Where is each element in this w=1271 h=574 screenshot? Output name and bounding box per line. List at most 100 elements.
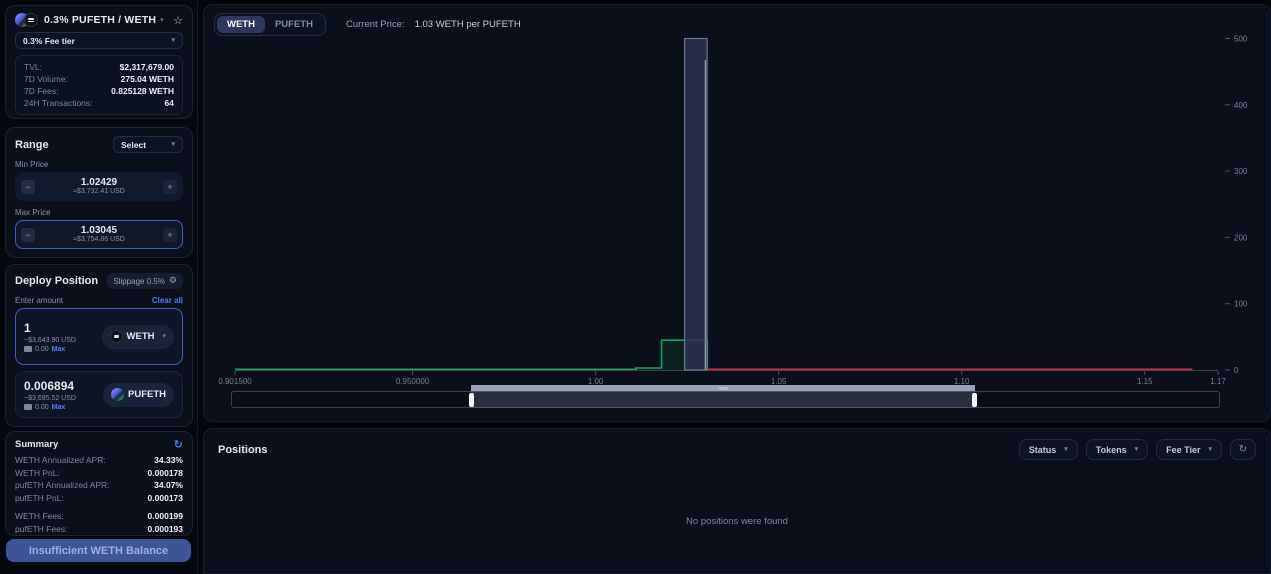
tab-weth[interactable]: WETH (217, 16, 265, 33)
positions-empty-message: No positions were found (204, 516, 1270, 527)
brush-center-grip[interactable] (719, 387, 728, 390)
range-heading: Range (15, 139, 49, 151)
min-price-decrement-button[interactable]: − (21, 180, 35, 194)
chevron-down-icon: ▾ (160, 17, 164, 24)
summary-value: 0.000178 (148, 467, 183, 480)
amount-input-weth[interactable]: 1 ~$3,643.90 USD 0.00 Max WETH ▾ (15, 308, 183, 365)
positions-filters: Status ▾ Tokens ▾ Fee Tier ▾ ↻ (1019, 439, 1256, 460)
brush-handle-left[interactable] (469, 393, 474, 407)
summary-label: WETH PnL: (15, 467, 60, 480)
summary-value: 0.000173 (148, 492, 183, 505)
max-price-increment-button[interactable]: + (163, 228, 177, 242)
stat-row-fees: 7D Fees: 0.825128 WETH (24, 85, 174, 97)
brush-handle-right[interactable] (972, 393, 977, 407)
filter-label: Status (1029, 445, 1057, 455)
summary-row: WETH Annualized APR: 34.33% (15, 454, 183, 467)
liquidity-distribution-chart: 0.9015000.9500001.001.051.101.151.170100… (204, 5, 1271, 385)
x-tick-label: 1.17 (1210, 377, 1226, 385)
chevron-down-icon: ▾ (1208, 446, 1212, 453)
token-name: WETH (127, 331, 155, 342)
refresh-positions-button[interactable]: ↻ (1230, 439, 1256, 460)
chevron-down-icon: ▾ (171, 37, 175, 44)
clear-all-link[interactable]: Clear all (152, 296, 183, 305)
y-tick-label: 500 (1234, 35, 1248, 44)
max-price-decrement-button[interactable]: − (21, 228, 35, 242)
fee-tier-select[interactable]: 0.3% Fee tier ▾ (15, 32, 183, 49)
quote-token-toggle[interactable]: WETH PUFETH (214, 13, 326, 36)
stat-label: TVL: (24, 61, 42, 73)
range-preset-select[interactable]: Select ▾ (113, 136, 183, 153)
token-name: PUFETH (128, 389, 166, 400)
summary-label: pufETH PnL: (15, 492, 64, 505)
current-price-label: Current Price: (346, 19, 405, 30)
pool-pair-row[interactable]: 0.3% PUFETH / WETH ▾ ☆ (15, 13, 183, 27)
weth-token-icon (110, 330, 123, 343)
stat-row-transactions: 24H Transactions: 64 (24, 97, 174, 109)
amount-usd: ~$3,643.90 USD (24, 337, 102, 344)
range-card: Range Select ▾ Min Price − 1.02429 ≈$3,7… (5, 127, 193, 258)
stat-row-tvl: TVL: $2,317,679.00 (24, 61, 174, 73)
min-price-input[interactable]: − 1.02429 ≈$3,732.41 USD + (15, 172, 183, 201)
stat-value: 275.04 WETH (121, 73, 174, 85)
x-tick-label: 1.15 (1137, 377, 1153, 385)
chart-header: WETH PUFETH Current Price: 1.03 WETH per… (214, 13, 521, 36)
tab-pufeth[interactable]: PUFETH (265, 16, 323, 33)
summary-label: WETH Annualized APR: (15, 454, 106, 467)
stat-label: 7D Fees: (24, 85, 59, 97)
positions-header: Positions Status ▾ Tokens ▾ Fee Tier ▾ ↻ (204, 429, 1270, 460)
y-tick-label: 400 (1234, 101, 1248, 110)
max-price-value[interactable]: 1.03045 (35, 225, 163, 237)
liquidity-below-current-price-area (235, 340, 707, 370)
wallet-icon (24, 346, 32, 352)
star-icon[interactable]: ☆ (173, 14, 183, 27)
insufficient-balance-button[interactable]: Insufficient WETH Balance (6, 539, 191, 562)
max-price-input[interactable]: − 1.03045 ≈$3,754.86 USD + (15, 220, 183, 249)
tokens-filter-dropdown[interactable]: Tokens ▾ (1086, 439, 1148, 460)
amount-value[interactable]: 1 (24, 321, 102, 335)
x-tick-label: 1.00 (588, 377, 604, 385)
stat-label: 24H Transactions: (24, 97, 93, 109)
y-tick-label: 100 (1234, 300, 1248, 309)
liquidity-chart-panel: 0.9015000.9500001.001.051.101.151.170100… (203, 4, 1271, 422)
summary-value: 34.07% (154, 479, 183, 492)
max-button[interactable]: Max (52, 404, 66, 411)
summary-label: pufETH Annualized APR: (15, 479, 110, 492)
slippage-label: Slippage 0.5% (113, 277, 165, 286)
filter-label: Fee Tier (1166, 445, 1200, 455)
amount-value[interactable]: 0.006894 (24, 379, 103, 393)
positions-heading: Positions (218, 444, 268, 456)
min-price-value[interactable]: 1.02429 (35, 177, 163, 189)
current-price-value: 1.03 WETH per PUFETH (415, 19, 521, 30)
min-price-usd: ≈$3,732.41 USD (35, 188, 163, 196)
fee-tier-filter-dropdown[interactable]: Fee Tier ▾ (1156, 439, 1222, 460)
chevron-down-icon: ▾ (171, 141, 175, 148)
amount-input-pufeth[interactable]: 0.006894 ~$3,695.52 USD 0.00 Max PUFETH (15, 371, 183, 418)
gear-icon[interactable]: ⚙ (169, 276, 177, 286)
max-price-usd: ≈$3,754.86 USD (35, 236, 163, 244)
stat-value: $2,317,679.00 (120, 61, 174, 73)
summary-row: WETH Fees: 0.000199 (15, 510, 183, 523)
sidebar: 0.3% PUFETH / WETH ▾ ☆ 0.3% Fee tier ▾ T… (0, 0, 198, 574)
max-button[interactable]: Max (52, 346, 66, 353)
refresh-icon[interactable]: ↻ (174, 439, 183, 450)
x-tick-label: 0.901500 (218, 377, 252, 385)
summary-heading: Summary (15, 439, 58, 450)
slippage-chip[interactable]: Slippage 0.5% ⚙ (107, 273, 183, 289)
summary-row: WETH PnL: 0.000178 (15, 467, 183, 480)
token-select-pufeth[interactable]: PUFETH (103, 383, 174, 407)
status-filter-dropdown[interactable]: Status ▾ (1019, 439, 1078, 460)
min-price-increment-button[interactable]: + (163, 180, 177, 194)
deploy-position-card: Deploy Position Slippage 0.5% ⚙ Enter am… (5, 264, 193, 427)
summary-label: WETH Fees: (15, 510, 64, 523)
fee-tier-label: 0.3% Fee tier (23, 36, 75, 46)
summary-row: pufETH Annualized APR: 34.07% (15, 479, 183, 492)
summary-value: 34.33% (154, 454, 183, 467)
pufeth-token-icon (111, 388, 124, 401)
pool-pair-title[interactable]: 0.3% PUFETH / WETH (44, 14, 156, 26)
x-tick-label: 0.950000 (396, 377, 430, 385)
positions-panel: Positions Status ▾ Tokens ▾ Fee Tier ▾ ↻… (203, 428, 1271, 574)
chevron-down-icon: ▾ (162, 333, 166, 340)
y-tick-label: 0 (1234, 366, 1239, 375)
wallet-balance: 0.00 (35, 346, 49, 353)
token-select-weth[interactable]: WETH ▾ (102, 325, 174, 349)
